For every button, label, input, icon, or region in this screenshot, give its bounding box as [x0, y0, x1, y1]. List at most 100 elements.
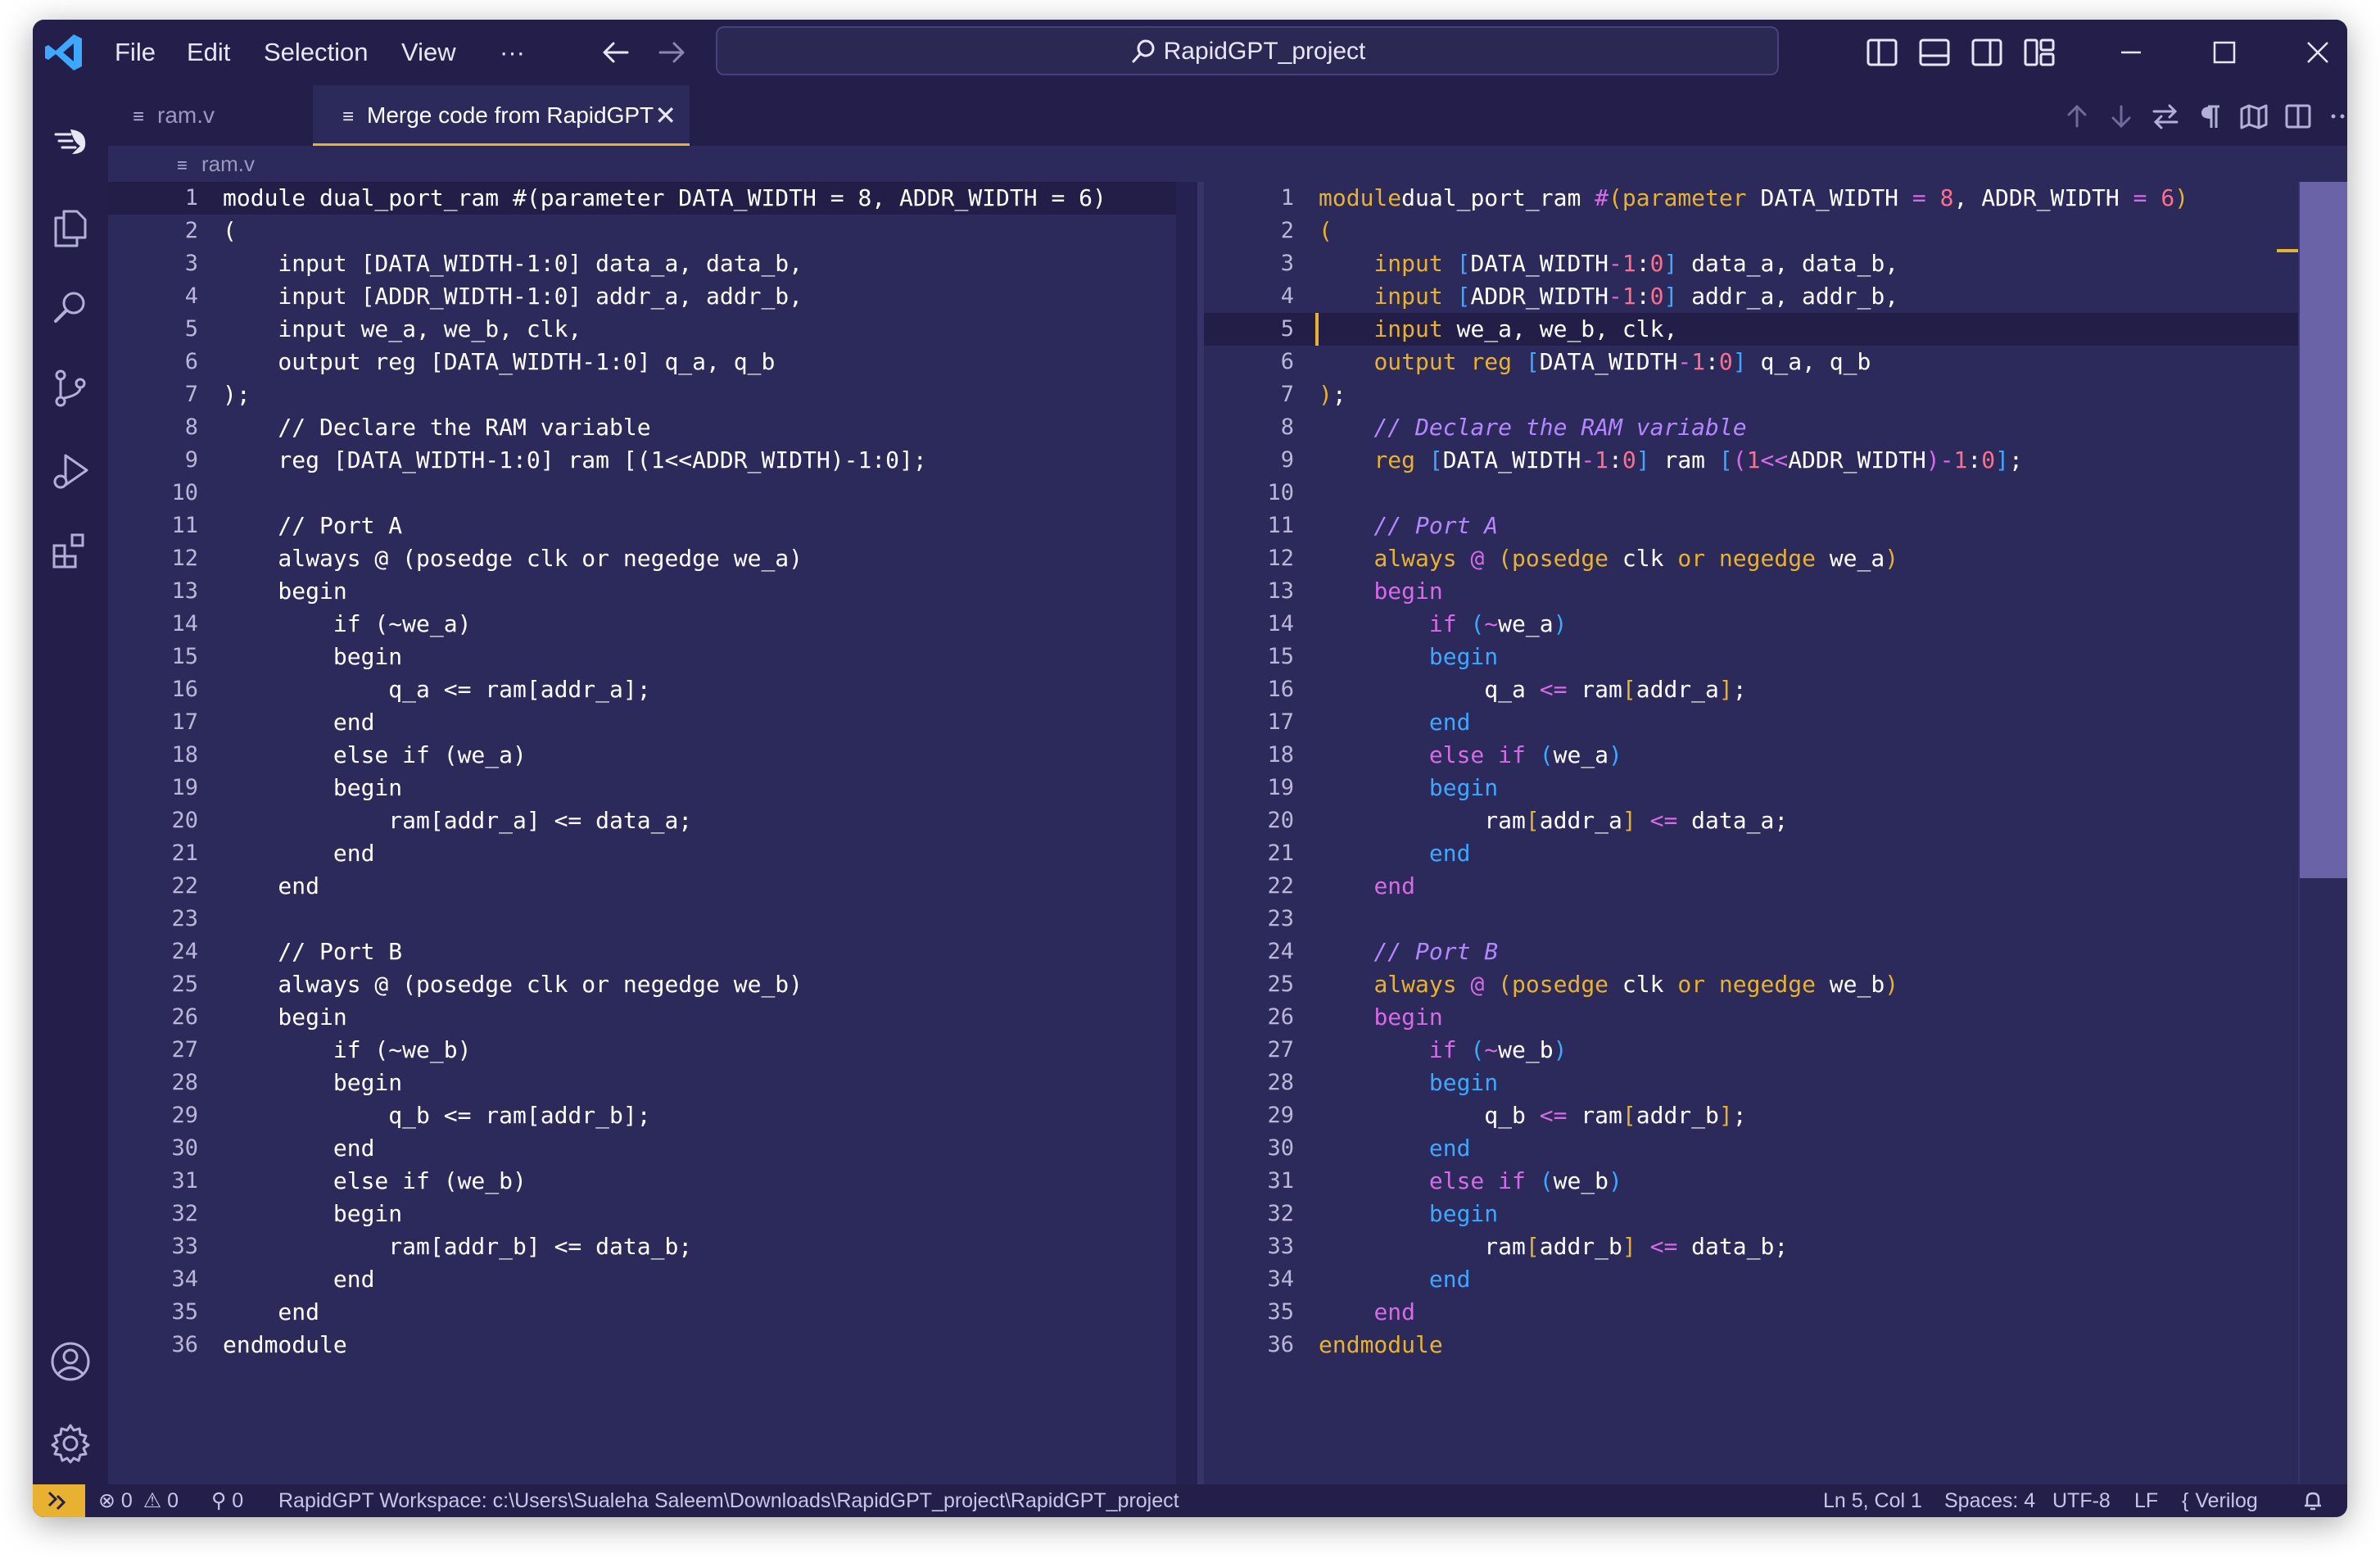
notifications-bell-icon[interactable] — [2301, 1489, 2324, 1512]
code-line[interactable]: if (~we_b) — [1319, 1034, 1568, 1067]
menu-more[interactable]: ··· — [500, 20, 525, 85]
code-line[interactable]: ram[addr_a] <= data_a; — [1319, 804, 1788, 837]
code-line[interactable]: else if (we_a) — [223, 739, 527, 772]
diff-original-editor[interactable]: 1 2 3 4 5 6 7 8 9 10 11 12 13 14 15 16 17 18 19 20 21 22 23 24 2… — [108, 182, 1197, 1484]
tab-ram-v[interactable]: ≡ ram.v — [108, 85, 313, 146]
code-line[interactable]: end — [1319, 706, 1471, 739]
code-line[interactable]: input [DATA_WIDTH-1:0] data_a, data_b, — [223, 247, 803, 280]
code-line[interactable]: input [DATA_WIDTH-1:0] data_a, data_b, — [1319, 247, 1898, 280]
remote-indicator[interactable] — [33, 1484, 85, 1517]
code-line[interactable]: always @ (posedge clk or negedge we_a) — [223, 542, 803, 575]
code-line[interactable]: output reg [DATA_WIDTH-1:0] q_a, q_b — [1319, 346, 1871, 378]
code-line[interactable]: begin — [223, 772, 402, 804]
minimap-icon[interactable] — [2237, 100, 2270, 133]
code-line[interactable]: endmodule — [1319, 1329, 1443, 1361]
code-line[interactable]: ); — [223, 378, 251, 411]
indentation[interactable]: Spaces: 4 — [1944, 1484, 2035, 1517]
split-editor-icon[interactable] — [2282, 100, 2314, 133]
menu-selection[interactable]: Selection — [264, 20, 369, 85]
minimize-icon[interactable] — [2113, 34, 2149, 70]
maximize-icon[interactable] — [2206, 34, 2242, 70]
arrow-right-icon[interactable] — [654, 34, 690, 70]
code-line[interactable]: end — [1319, 837, 1471, 870]
breadcrumb[interactable]: ≡ ram.v — [108, 146, 2347, 182]
swap-icon[interactable] — [2149, 100, 2182, 133]
code-line[interactable]: // Port A — [223, 510, 402, 542]
menu-view[interactable]: View — [401, 20, 456, 85]
code-line[interactable]: end — [223, 1132, 375, 1165]
previous-change-icon[interactable] — [2061, 100, 2093, 133]
code-line[interactable]: begin — [223, 1001, 346, 1034]
code-line[interactable]: begin — [223, 641, 402, 673]
code-line[interactable]: input we_a, we_b, clk, — [1319, 313, 1677, 346]
code-line[interactable]: if (~we_b) — [223, 1034, 472, 1067]
arrow-left-icon[interactable] — [598, 34, 634, 70]
run-debug-icon[interactable] — [48, 447, 93, 493]
code-line[interactable]: ram[addr_b] <= data_b; — [223, 1230, 692, 1263]
end-of-line[interactable]: LF — [2134, 1484, 2158, 1517]
cursor-position[interactable]: Ln 5, Col 1 — [1823, 1484, 1922, 1517]
code-line[interactable]: always @ (posedge clk or negedge we_b) — [1319, 968, 1898, 1001]
code-line[interactable]: end — [1319, 1296, 1415, 1329]
code-line[interactable]: input we_a, we_b, clk, — [223, 313, 581, 346]
code-line[interactable]: // Port B — [1319, 936, 1498, 968]
code-line[interactable]: end — [223, 870, 319, 903]
code-line[interactable]: ); — [1319, 378, 1346, 411]
code-line[interactable]: q_a <= ram[addr_a]; — [223, 673, 650, 706]
close-icon[interactable] — [2300, 34, 2336, 70]
code-line[interactable]: begin — [1319, 575, 1442, 608]
code-line[interactable]: input [ADDR_WIDTH-1:0] addr_a, addr_b, — [1319, 280, 1898, 313]
code-line[interactable]: begin — [1319, 1067, 1498, 1099]
command-center-search[interactable]: RapidGPT_project — [716, 26, 1779, 75]
code-line[interactable]: q_a <= ram[addr_a]; — [1319, 673, 1746, 706]
menu-edit[interactable]: Edit — [187, 20, 230, 85]
code-line[interactable]: ram[addr_a] <= data_a; — [223, 804, 692, 837]
overview-ruler[interactable] — [1176, 182, 1197, 1484]
code-line[interactable]: begin — [1319, 1001, 1442, 1034]
code-line[interactable]: always @ (posedge clk or negedge we_b) — [223, 968, 803, 1001]
code-line[interactable]: begin — [1319, 641, 1498, 673]
code-line[interactable]: end — [223, 1296, 319, 1329]
account-icon[interactable] — [48, 1339, 93, 1384]
tab-close-icon[interactable]: ✕ — [654, 85, 676, 146]
code-area[interactable]: moduledual_port_ram #(parameter DATA_WID… — [1319, 182, 2347, 1484]
toggle-panel-icon[interactable] — [1916, 34, 1952, 70]
extensions-icon[interactable] — [48, 528, 93, 573]
scrollbar-thumb[interactable] — [2300, 182, 2347, 878]
code-line[interactable]: end — [1319, 1132, 1471, 1165]
language-mode[interactable]: {Verilog — [2182, 1484, 2258, 1517]
toggle-secondary-sidebar-icon[interactable] — [1969, 34, 2005, 70]
code-line[interactable]: // Declare the RAM variable — [1319, 411, 1746, 444]
code-line[interactable]: moduledual_port_ram #(parameter DATA_WID… — [1319, 182, 2188, 215]
menu-file[interactable]: File — [115, 20, 156, 85]
code-line[interactable]: // Port B — [223, 936, 402, 968]
code-line[interactable]: endmodule — [223, 1329, 347, 1361]
code-line[interactable]: end — [223, 837, 375, 870]
ports-indicator[interactable]: ⚲ 0 — [211, 1484, 243, 1517]
customize-layout-icon[interactable] — [2021, 34, 2057, 70]
toggle-primary-sidebar-icon[interactable] — [1864, 34, 1900, 70]
code-line[interactable]: begin — [223, 1067, 402, 1099]
workspace-path[interactable]: RapidGPT Workspace: c:\Users\Sualeha Sal… — [278, 1484, 1179, 1517]
encoding[interactable]: UTF-8 — [2052, 1484, 2111, 1517]
tab-merge-code[interactable]: ≡ Merge code from RapidGPT ✕ — [313, 85, 690, 146]
code-line[interactable]: begin — [1319, 772, 1498, 804]
diff-sash[interactable] — [1197, 182, 1204, 1484]
code-line[interactable]: ( — [1319, 215, 1333, 247]
whitespace-icon[interactable] — [2193, 100, 2226, 133]
code-line[interactable]: begin — [223, 575, 346, 608]
code-line[interactable]: begin — [1319, 1198, 1498, 1230]
code-line[interactable]: q_b <= ram[addr_b]; — [223, 1099, 650, 1132]
code-line[interactable]: else if (we_b) — [223, 1165, 527, 1198]
problems-indicator[interactable]: ⊗ 0 ⚠ 0 — [98, 1484, 179, 1517]
code-line[interactable]: end — [223, 706, 375, 739]
code-line[interactable]: module dual_port_ram #(parameter DATA_WI… — [223, 182, 1106, 215]
code-line[interactable]: input [ADDR_WIDTH-1:0] addr_a, addr_b, — [223, 280, 803, 313]
code-line[interactable]: begin — [223, 1198, 402, 1230]
code-line[interactable]: else if (we_a) — [1319, 739, 1622, 772]
code-area[interactable]: module dual_port_ram #(parameter DATA_WI… — [223, 182, 1197, 1484]
source-control-icon[interactable] — [48, 365, 93, 411]
search-icon[interactable] — [48, 285, 93, 331]
code-line[interactable]: reg [DATA_WIDTH-1:0] ram [(1<<ADDR_WIDTH… — [223, 444, 926, 477]
code-line[interactable]: output reg [DATA_WIDTH-1:0] q_a, q_b — [223, 346, 775, 378]
